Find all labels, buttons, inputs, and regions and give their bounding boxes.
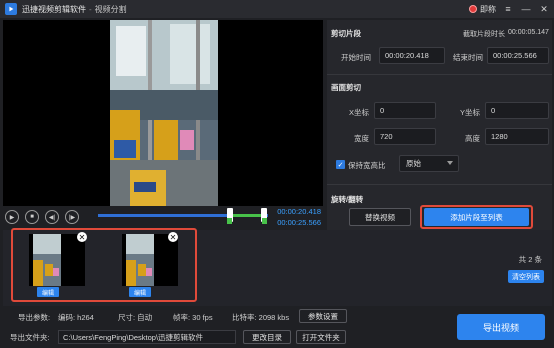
remove-clip-icon[interactable]: ✕ [168,232,178,242]
export-video-button[interactable]: 导出视频 [457,314,545,340]
video-frame [110,20,218,206]
close-icon[interactable]: ✕ [538,3,550,15]
width-label: 宽度 [354,134,369,143]
add-clip-button[interactable]: 添加片段至列表 [424,208,529,226]
current-time: 00:00:20.418 [277,207,321,216]
clip-thumbnail[interactable] [122,234,178,286]
prev-frame-icon[interactable]: ◀| [45,210,59,224]
app-logo-icon [5,3,17,15]
title-bar: 迅捷视频剪辑软件 - 视频分割 即称 ≡ — ✕ [0,0,554,18]
total-duration: 00:00:25.566 [277,218,321,227]
ratio-select[interactable]: 原始 [399,155,459,172]
param-settings-button[interactable]: 参数设置 [299,309,347,323]
keep-ratio-checkbox[interactable]: ✓ [336,160,345,169]
clip-thumbnail[interactable] [29,234,85,286]
edit-clip-button[interactable]: 编辑 [129,287,151,297]
next-frame-icon[interactable]: |▶ [65,210,79,224]
end-marker [262,218,267,224]
y-coord-field[interactable]: 0 [485,102,549,119]
keep-ratio-label: 保持宽高比 [348,161,386,170]
export-folder-path[interactable]: C:\Users\FengPing\Desktop\迅捷剪辑软件 [58,330,236,344]
play-icon[interactable]: ▶ [5,210,19,224]
start-time-field[interactable]: 00:00:20.418 [379,47,445,64]
codec-text: 编码: h264 [58,313,94,322]
menu-icon[interactable]: ≡ [502,3,514,15]
stop-icon[interactable]: ■ [25,210,39,224]
title-separator: - [89,4,92,14]
x-coord-label: X坐标 [349,108,370,117]
end-time-field[interactable]: 00:00:25.566 [487,47,549,64]
clip-section-title: 剪切片段 [331,29,361,38]
minimize-icon[interactable]: — [520,3,532,15]
timeline-selection [231,214,263,217]
section-divider [327,74,552,75]
width-field[interactable]: 720 [374,128,436,145]
chevron-down-icon [447,161,453,165]
start-marker [227,218,232,224]
playback-controls: ▶ ■ ◀| |▶ 00:00:20.418 00:00:25.566 [3,206,323,228]
record-label: 即称 [480,4,496,14]
open-folder-button[interactable]: 打开文件夹 [296,330,346,344]
clear-list-button[interactable]: 清空列表 [508,270,544,283]
settings-panel: 剪切片段 截取片段时长 00:00:05.147 开始时间 00:00:20.4… [327,20,552,230]
y-coord-label: Y坐标 [460,108,481,117]
export-params-label: 导出参数: [18,313,51,322]
export-folder-label: 导出文件夹: [10,333,50,342]
app-window: 迅捷视频剪辑软件 - 视频分割 即称 ≡ — ✕ ▶ ■ ◀| |▶ 00:00… [0,0,554,348]
section-divider [327,184,552,185]
ratio-select-value: 原始 [406,159,421,168]
title-controls: 即称 ≡ — ✕ [469,0,550,18]
app-title: 迅捷视频剪辑软件 [22,4,86,14]
change-directory-button[interactable]: 更改目录 [243,330,291,344]
clip-duration-label: 截取片段时长 [463,31,505,38]
rotate-section-title: 旋转/翻转 [331,195,364,204]
height-label: 高度 [465,134,480,143]
clip-duration-value: 00:00:05.147 [508,29,549,36]
record-button[interactable]: 即称 [469,4,496,15]
video-preview [3,20,323,206]
start-time-label: 开始时间 [341,53,371,62]
replace-video-button[interactable]: 替换视频 [349,208,411,226]
clip-list: ✕ 编辑 ✕ 编辑 共 2 条 清空列表 [3,228,552,306]
bitrate-text: 比特率: 2098 kbs [232,313,290,322]
window-subtitle: 视频分割 [94,4,127,14]
remove-clip-icon[interactable]: ✕ [77,232,87,242]
export-bar: 导出参数: 编码: h264 尺寸: 自动 帧率: 30 fps 比特率: 20… [0,306,554,348]
edit-clip-button[interactable]: 编辑 [37,287,59,297]
end-time-label: 结束时间 [453,53,483,62]
fps-text: 帧率: 30 fps [173,313,213,322]
record-icon [469,5,477,13]
height-field[interactable]: 1280 [485,128,549,145]
size-text: 尺寸: 自动 [118,313,153,322]
crop-section-title: 画面剪切 [331,83,361,92]
x-coord-field[interactable]: 0 [374,102,436,119]
clip-count: 共 2 条 [518,255,542,264]
